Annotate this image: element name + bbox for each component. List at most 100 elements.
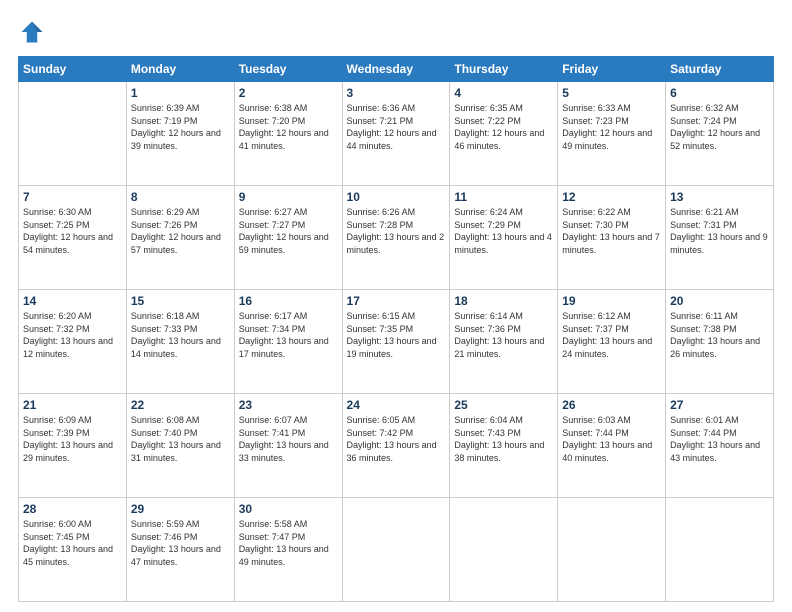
cell-info: Sunrise: 6:22 AMSunset: 7:30 PMDaylight:… [562,206,661,256]
cell-info: Sunrise: 6:11 AMSunset: 7:38 PMDaylight:… [670,310,769,360]
cell-info: Sunrise: 6:18 AMSunset: 7:33 PMDaylight:… [131,310,230,360]
calendar-cell: 30 Sunrise: 5:58 AMSunset: 7:47 PMDayligh… [234,498,342,602]
day-number: 23 [239,398,338,412]
calendar-cell: 7Sunrise: 6:30 AMSunset: 7:25 PMDaylight… [19,186,127,290]
calendar-header-row: SundayMondayTuesdayWednesdayThursdayFrid… [19,57,774,82]
day-number: 17 [347,294,446,308]
day-number: 29 [131,502,230,516]
calendar-cell: 14 Sunrise: 6:20 AMSunset: 7:32 PMDayligh… [19,290,127,394]
day-number: 8 [131,190,230,204]
calendar-cell [666,498,774,602]
day-number: 1 [131,86,230,100]
cell-info: Sunrise: 6:39 AMSunset: 7:19 PMDaylight:… [131,102,230,152]
calendar-cell: 8 Sunrise: 6:29 AMSunset: 7:26 PMDaylight… [126,186,234,290]
calendar-day-header: Sunday [19,57,127,82]
calendar-cell: 1 Sunrise: 6:39 AMSunset: 7:19 PMDaylight… [126,82,234,186]
day-number: 18 [454,294,553,308]
day-number: 20 [670,294,769,308]
calendar-cell: 4 Sunrise: 6:35 AMSunset: 7:22 PMDaylight… [450,82,558,186]
day-number: 12 [562,190,661,204]
cell-info: Sunrise: 6:00 AMSunset: 7:45 PMDaylight:… [23,518,122,568]
day-number: 10 [347,190,446,204]
cell-info: Sunrise: 6:12 AMSunset: 7:37 PMDaylight:… [562,310,661,360]
calendar-week-row: 7Sunrise: 6:30 AMSunset: 7:25 PMDaylight… [19,186,774,290]
day-number: 13 [670,190,769,204]
calendar-cell: 3 Sunrise: 6:36 AMSunset: 7:21 PMDaylight… [342,82,450,186]
day-number: 28 [23,502,122,516]
cell-info: Sunrise: 6:15 AMSunset: 7:35 PMDaylight:… [347,310,446,360]
cell-info: Sunrise: 6:27 AMSunset: 7:27 PMDaylight:… [239,206,338,256]
calendar-cell: 19 Sunrise: 6:12 AMSunset: 7:37 PMDayligh… [558,290,666,394]
cell-info: Sunrise: 6:21 AMSunset: 7:31 PMDaylight:… [670,206,769,256]
calendar-cell: 24Sunrise: 6:05 AMSunset: 7:42 PMDayligh… [342,394,450,498]
logo-icon [18,18,46,46]
calendar-cell: 16 Sunrise: 6:17 AMSunset: 7:34 PMDayligh… [234,290,342,394]
calendar-table: SundayMondayTuesdayWednesdayThursdayFrid… [18,56,774,602]
day-number: 30 [239,502,338,516]
calendar-week-row: 14 Sunrise: 6:20 AMSunset: 7:32 PMDayligh… [19,290,774,394]
day-number: 15 [131,294,230,308]
calendar-cell: 27 Sunrise: 6:01 AMSunset: 7:44 PMDayligh… [666,394,774,498]
calendar-cell: 20 Sunrise: 6:11 AMSunset: 7:38 PMDayligh… [666,290,774,394]
day-number: 3 [347,86,446,100]
day-number: 14 [23,294,122,308]
cell-info: Sunrise: 6:05 AMSunset: 7:42 PMDaylight:… [347,414,446,464]
calendar-cell: 29 Sunrise: 5:59 AMSunset: 7:46 PMDayligh… [126,498,234,602]
calendar-cell: 13 Sunrise: 6:21 AMSunset: 7:31 PMDayligh… [666,186,774,290]
cell-info: Sunrise: 6:04 AMSunset: 7:43 PMDaylight:… [454,414,553,464]
calendar-cell [450,498,558,602]
calendar-cell: 28 Sunrise: 6:00 AMSunset: 7:45 PMDayligh… [19,498,127,602]
day-number: 5 [562,86,661,100]
cell-info: Sunrise: 6:32 AMSunset: 7:24 PMDaylight:… [670,102,769,152]
calendar-week-row: 21Sunrise: 6:09 AMSunset: 7:39 PMDayligh… [19,394,774,498]
cell-info: Sunrise: 6:38 AMSunset: 7:20 PMDaylight:… [239,102,338,152]
day-number: 4 [454,86,553,100]
page: SundayMondayTuesdayWednesdayThursdayFrid… [0,0,792,612]
day-number: 16 [239,294,338,308]
cell-info: Sunrise: 6:26 AMSunset: 7:28 PMDaylight:… [347,206,446,256]
calendar-cell: 9 Sunrise: 6:27 AMSunset: 7:27 PMDaylight… [234,186,342,290]
calendar-cell: 11 Sunrise: 6:24 AMSunset: 7:29 PMDayligh… [450,186,558,290]
cell-info: Sunrise: 6:35 AMSunset: 7:22 PMDaylight:… [454,102,553,152]
calendar-week-row: 28 Sunrise: 6:00 AMSunset: 7:45 PMDayligh… [19,498,774,602]
calendar-cell: 21Sunrise: 6:09 AMSunset: 7:39 PMDayligh… [19,394,127,498]
cell-info: Sunrise: 6:20 AMSunset: 7:32 PMDaylight:… [23,310,122,360]
cell-info: Sunrise: 6:14 AMSunset: 7:36 PMDaylight:… [454,310,553,360]
cell-info: Sunrise: 5:59 AMSunset: 7:46 PMDaylight:… [131,518,230,568]
calendar-day-header: Tuesday [234,57,342,82]
cell-info: Sunrise: 6:36 AMSunset: 7:21 PMDaylight:… [347,102,446,152]
calendar-cell: 17 Sunrise: 6:15 AMSunset: 7:35 PMDayligh… [342,290,450,394]
calendar-cell: 15 Sunrise: 6:18 AMSunset: 7:33 PMDayligh… [126,290,234,394]
day-number: 2 [239,86,338,100]
day-number: 19 [562,294,661,308]
calendar-cell: 6Sunrise: 6:32 AMSunset: 7:24 PMDaylight… [666,82,774,186]
cell-info: Sunrise: 6:07 AMSunset: 7:41 PMDaylight:… [239,414,338,464]
day-number: 11 [454,190,553,204]
calendar-cell: 18 Sunrise: 6:14 AMSunset: 7:36 PMDayligh… [450,290,558,394]
header [18,18,774,46]
calendar-day-header: Wednesday [342,57,450,82]
cell-info: Sunrise: 6:09 AMSunset: 7:39 PMDaylight:… [23,414,122,464]
calendar-cell: 22Sunrise: 6:08 AMSunset: 7:40 PMDayligh… [126,394,234,498]
cell-info: Sunrise: 6:29 AMSunset: 7:26 PMDaylight:… [131,206,230,256]
calendar-day-header: Friday [558,57,666,82]
day-number: 22 [131,398,230,412]
cell-info: Sunrise: 6:24 AMSunset: 7:29 PMDaylight:… [454,206,553,256]
calendar-cell: 2 Sunrise: 6:38 AMSunset: 7:20 PMDaylight… [234,82,342,186]
calendar-day-header: Thursday [450,57,558,82]
calendar-cell [558,498,666,602]
calendar-cell: 10 Sunrise: 6:26 AMSunset: 7:28 PMDayligh… [342,186,450,290]
cell-info: Sunrise: 5:58 AMSunset: 7:47 PMDaylight:… [239,518,338,568]
cell-info: Sunrise: 6:03 AMSunset: 7:44 PMDaylight:… [562,414,661,464]
cell-info: Sunrise: 6:01 AMSunset: 7:44 PMDaylight:… [670,414,769,464]
day-number: 27 [670,398,769,412]
cell-info: Sunrise: 6:33 AMSunset: 7:23 PMDaylight:… [562,102,661,152]
day-number: 25 [454,398,553,412]
calendar-cell [342,498,450,602]
calendar-cell: 25 Sunrise: 6:04 AMSunset: 7:43 PMDayligh… [450,394,558,498]
day-number: 26 [562,398,661,412]
calendar-cell [19,82,127,186]
logo [18,18,50,46]
day-number: 9 [239,190,338,204]
cell-info: Sunrise: 6:17 AMSunset: 7:34 PMDaylight:… [239,310,338,360]
